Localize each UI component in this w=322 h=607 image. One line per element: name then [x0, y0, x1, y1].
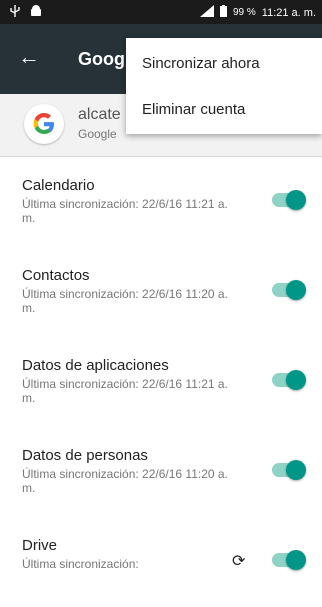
sync-row-subtitle: Última sincronización: 22/6/16 11:20 a. …	[22, 287, 228, 315]
syncing-icon: ⟳	[232, 553, 246, 570]
sync-toggle[interactable]	[272, 280, 306, 300]
sync-toggle[interactable]	[272, 550, 306, 570]
sync-row-calendario[interactable]: Calendario Última sincronización: 22/6/1…	[0, 157, 322, 248]
sync-row-title: Datos de personas	[22, 447, 148, 464]
sync-toggle[interactable]	[272, 460, 306, 480]
google-logo-icon	[24, 104, 64, 144]
sync-toggle[interactable]	[272, 190, 306, 210]
sync-row-drive[interactable]: Drive Última sincronización: ⟳	[0, 517, 322, 607]
battery-percent: 99 %	[232, 7, 256, 18]
status-bar: 99 % 11:21 a. m.	[0, 0, 322, 24]
clock: 11:21 a. m.	[261, 6, 316, 19]
sync-row-datos-aplicaciones[interactable]: Datos de aplicaciones Última sincronizac…	[0, 337, 322, 428]
sync-row-subtitle: Última sincronización:	[22, 557, 139, 571]
sync-row-title: Drive	[22, 537, 58, 554]
sync-row-title: Calendario	[22, 177, 95, 194]
sync-row-datos-personas[interactable]: Datos de personas Última sincronización:…	[0, 427, 322, 518]
toggle-knob	[286, 370, 306, 390]
toggle-knob	[286, 280, 306, 300]
account-type: Google	[78, 127, 117, 141]
toggle-knob	[286, 190, 306, 210]
battery-icon	[219, 5, 227, 20]
usb-icon	[10, 5, 20, 20]
sync-row-title: Datos de aplicaciones	[22, 357, 169, 374]
sync-toggle[interactable]	[272, 370, 306, 390]
toggle-knob	[286, 460, 306, 480]
overflow-menu: Sincronizar ahora Eliminar cuenta	[126, 38, 322, 134]
menu-item-sync-now[interactable]: Sincronizar ahora	[142, 55, 260, 72]
sync-row-title: Contactos	[22, 267, 90, 284]
account-name: alcate	[78, 106, 121, 123]
sync-row-subtitle: Última sincronización: 22/6/16 11:20 a. …	[22, 467, 228, 495]
sync-row-subtitle: Última sincronización: 22/6/16 11:21 a. …	[22, 377, 228, 405]
menu-item-remove-account[interactable]: Eliminar cuenta	[142, 101, 245, 118]
android-icon	[30, 5, 42, 20]
signal-icon	[199, 5, 214, 20]
sync-row-contactos[interactable]: Contactos Última sincronización: 22/6/16…	[0, 247, 322, 338]
toggle-knob	[286, 550, 306, 570]
back-arrow-icon[interactable]: ←	[18, 44, 40, 70]
sync-row-subtitle: Última sincronización: 22/6/16 11:21 a. …	[22, 197, 228, 225]
toolbar-title: Goog	[78, 49, 125, 69]
